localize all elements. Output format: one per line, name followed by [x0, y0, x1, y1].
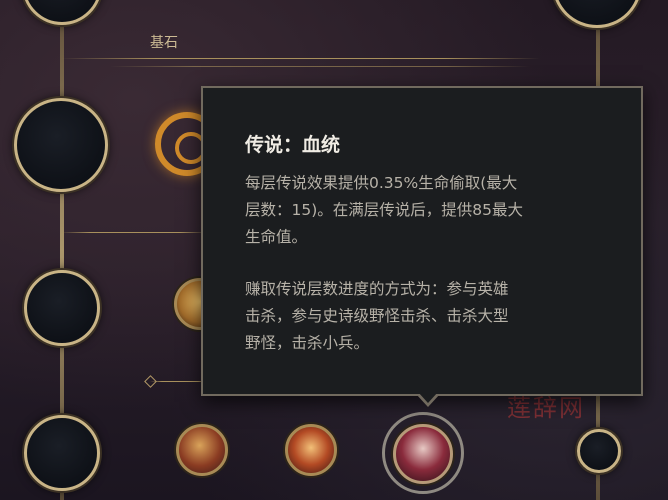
legend-tenacity-rune-icon[interactable] — [285, 424, 337, 476]
primary-rune-slot-1[interactable] — [24, 270, 100, 346]
tooltip-description: 每层传说效果提供0.35%生命偷取(最大 层数：15)。在满层传说后，提供85最… — [245, 174, 523, 246]
section-divider-top — [60, 58, 540, 59]
section-divider-mid — [60, 232, 210, 233]
primary-rune-slot-2[interactable] — [24, 415, 100, 491]
section-divider-top-2 — [110, 66, 530, 67]
legend-alacrity-rune-icon[interactable] — [176, 424, 228, 476]
tooltip-pointer — [416, 392, 440, 407]
section-label-keystone: 基石 — [150, 35, 178, 51]
top-left-rune-slot[interactable] — [22, 0, 102, 25]
tooltip-progress-info: 赚取传说层数进度的方式为：参与英雄 击杀，参与史诗级野怪击杀、击杀大型 野怪，击… — [245, 280, 509, 352]
keystone-rune-slot[interactable] — [14, 98, 108, 192]
legend-bloodline-rune-icon[interactable] — [393, 424, 453, 484]
tooltip-title: 传说：血统 — [245, 134, 341, 156]
divider-diamond-ornament — [144, 375, 157, 388]
top-right-rune-slot[interactable] — [552, 0, 642, 28]
right-rune-slot[interactable] — [577, 429, 621, 473]
rune-tooltip: 传说：血统 每层传说效果提供0.35%生命偷取(最大 层数：15)。在满层传说后… — [201, 86, 643, 396]
